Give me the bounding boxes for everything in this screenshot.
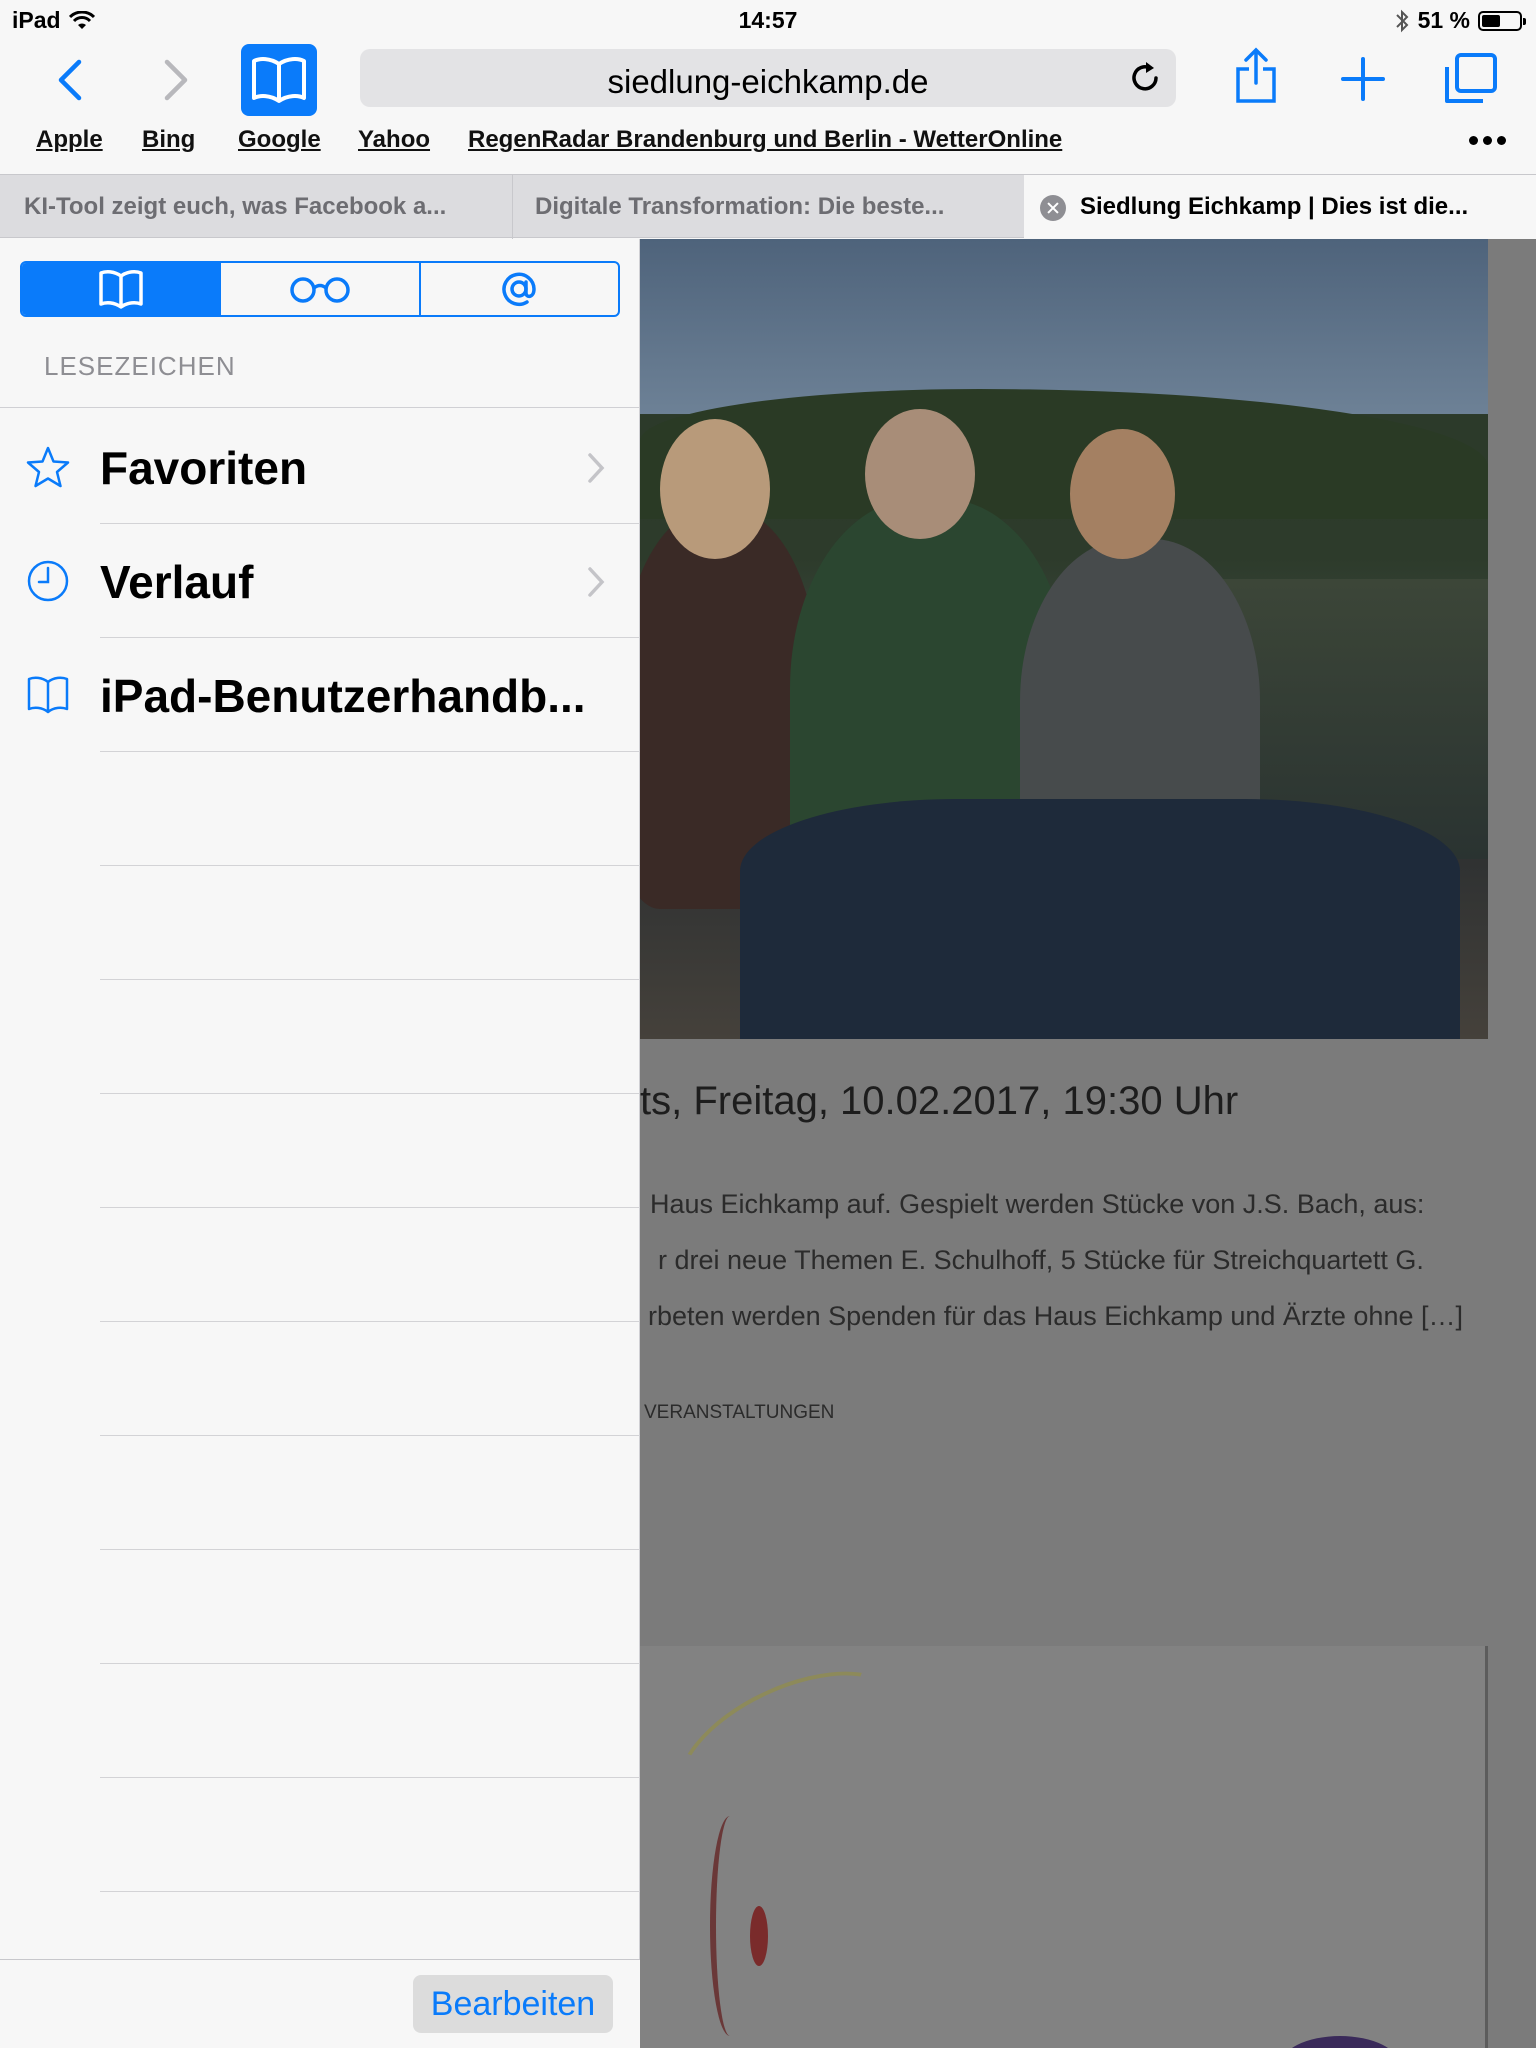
segment-bookmarks[interactable] — [22, 263, 222, 315]
sidebar-item-verlauf[interactable]: Verlauf — [0, 523, 640, 637]
sidebar-segmented-control — [20, 261, 620, 317]
photo-streak — [710, 1816, 750, 2036]
dot-icon — [1497, 136, 1506, 145]
battery-fill — [1482, 14, 1500, 27]
segment-reading-list[interactable] — [221, 263, 421, 315]
forward-button[interactable] — [154, 52, 198, 108]
second-article-photo — [640, 1646, 1488, 2048]
chevron-left-icon — [58, 59, 82, 101]
photo-streak — [750, 1906, 768, 1966]
row-separator — [100, 1549, 640, 1550]
favorite-yahoo[interactable]: Yahoo — [358, 126, 430, 154]
bluetooth-icon — [1395, 9, 1408, 32]
photo-streak — [655, 1646, 925, 1852]
dot-icon — [1469, 136, 1478, 145]
photo-head-left — [660, 419, 770, 559]
tab-siedlung-eichkamp[interactable]: Siedlung Eichkamp | Dies ist die... — [1024, 175, 1536, 239]
sidebar-item-label: Favoriten — [100, 442, 308, 494]
sidebar-item-label: Verlauf — [100, 556, 254, 608]
favorite-regenradar[interactable]: RegenRadar Brandenburg und Berlin - Wett… — [468, 126, 1062, 154]
tab-ki-tool[interactable]: KI-Tool zeigt euch, was Facebook a... — [0, 175, 512, 239]
row-separator — [100, 1435, 640, 1436]
row-separator — [100, 1093, 640, 1094]
tab-bar: KI-Tool zeigt euch, was Facebook a... Di… — [0, 174, 1536, 239]
sidebar-item-favoriten[interactable]: Favoriten — [0, 409, 640, 523]
article-title[interactable]: ts, Freitag, 10.02.2017, 19:30 Uhr — [640, 1079, 1238, 1124]
row-separator — [100, 1777, 640, 1778]
star-icon — [26, 446, 70, 488]
row-separator — [100, 865, 640, 866]
article-text-line: Haus Eichkamp auf. Gespielt werden Stück… — [650, 1189, 1425, 1219]
status-right: 51 % — [1394, 7, 1526, 34]
photo-sky — [640, 239, 1488, 414]
photo-streak — [1280, 2036, 1400, 2048]
share-button[interactable] — [1230, 44, 1282, 108]
favorites-bar: Apple Bing Google Yahoo RegenRadar Brand… — [0, 126, 1536, 160]
favorite-apple[interactable]: Apple — [36, 126, 103, 154]
new-tab-button[interactable] — [1336, 52, 1390, 106]
row-separator — [100, 751, 640, 752]
tab-title: Digitale Transformation: Die beste... — [535, 193, 945, 220]
article-category-link[interactable]: VERANSTALTUNGEN — [644, 1402, 834, 1424]
reload-icon[interactable] — [1126, 59, 1164, 97]
segment-shared-links[interactable] — [421, 263, 618, 315]
article-text-line: rbeten werden Spenden für das Haus Eichk… — [648, 1301, 1463, 1331]
photo-legs — [740, 799, 1460, 1039]
share-icon — [1236, 47, 1276, 103]
status-bar: iPad 14:57 51 % — [0, 0, 1536, 40]
chevron-right-icon — [164, 59, 188, 101]
row-separator — [100, 979, 640, 980]
sidebar-item-ipad-guide[interactable]: iPad-Benutzerhandb... — [0, 637, 640, 751]
clock-icon — [27, 560, 69, 602]
glasses-icon — [290, 277, 350, 303]
tab-digitale-transformation[interactable]: Digitale Transformation: Die beste... — [513, 175, 1024, 239]
close-tab-icon[interactable] — [1040, 195, 1066, 221]
chevron-right-icon — [588, 567, 605, 597]
at-icon — [502, 272, 537, 307]
book-icon — [252, 57, 306, 103]
back-button[interactable] — [48, 52, 92, 108]
tab-title: KI-Tool zeigt euch, was Facebook a... — [24, 193, 447, 220]
section-title: LESEZEICHEN — [44, 351, 236, 381]
plus-icon — [1341, 57, 1385, 101]
photo-head-middle — [865, 409, 975, 539]
row-separator — [100, 1663, 640, 1664]
bookmarks-sidebar: LESEZEICHEN Favoriten Verlauf iPad-Benut… — [0, 239, 640, 2048]
divider — [0, 407, 640, 408]
dot-icon — [1483, 136, 1492, 145]
tabs-overview-button[interactable] — [1440, 48, 1502, 108]
sidebar-bottom-bar: Bearbeiten — [0, 1959, 640, 2048]
sidebar-item-label: iPad-Benutzerhandb... — [100, 670, 586, 722]
article-photo — [640, 239, 1488, 1039]
favorite-google[interactable]: Google — [238, 126, 321, 154]
address-bar[interactable]: siedlung-eichkamp.de — [360, 49, 1176, 107]
row-separator — [100, 1891, 640, 1892]
url-text: siedlung-eichkamp.de — [607, 63, 929, 100]
tab-title: Siedlung Eichkamp | Dies ist die... — [1080, 193, 1469, 220]
webpage-content[interactable]: ts, Freitag, 10.02.2017, 19:30 Uhr Haus … — [640, 239, 1536, 2048]
row-separator — [100, 1207, 640, 1208]
battery-icon — [1478, 10, 1526, 31]
tabs-icon — [1445, 53, 1497, 103]
favorite-bing[interactable]: Bing — [142, 126, 195, 154]
photo-head-right — [1070, 429, 1175, 559]
battery-percent: 51 % — [1417, 7, 1470, 33]
book-icon — [27, 676, 69, 714]
article-text-line: r drei neue Themen E. Schulhoff, 5 Stück… — [658, 1245, 1424, 1275]
more-favorites-button[interactable] — [1469, 136, 1506, 145]
chevron-right-icon — [588, 453, 605, 483]
clock: 14:57 — [738, 7, 798, 33]
book-icon — [98, 270, 143, 309]
edit-button[interactable]: Bearbeiten — [413, 1975, 613, 2033]
browser-toolbar: siedlung-eichkamp.de Apple Bing Google Y… — [0, 40, 1536, 158]
row-separator — [100, 1321, 640, 1322]
bookmarks-button[interactable] — [241, 44, 317, 116]
